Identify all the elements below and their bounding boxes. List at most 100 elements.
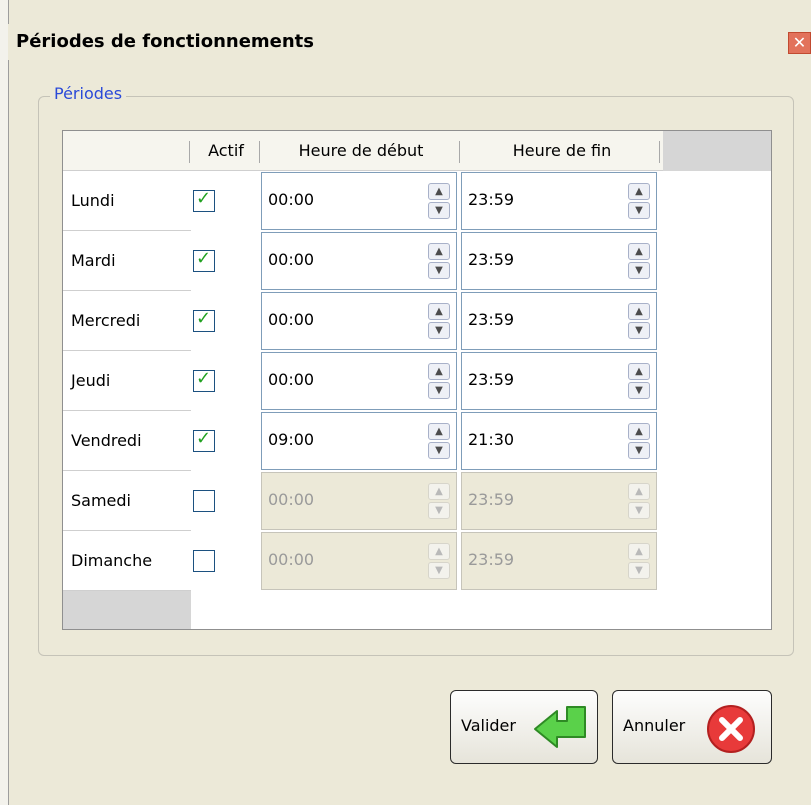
row-label-dimanche: Dimanche [63, 531, 191, 591]
checkbox-actif-jeudi[interactable]: ✓ [193, 368, 215, 392]
end-time-jeudi[interactable]: 23:59 ▲ ▼ [461, 352, 657, 410]
time-spinner[interactable]: ▲ ▼ [428, 423, 450, 459]
spin-up-icon: ▲ [428, 543, 450, 560]
end-time-lundi[interactable]: 23:59 ▲ ▼ [461, 172, 657, 230]
start-time-mardi[interactable]: 00:00 ▲ ▼ [261, 232, 457, 290]
spin-down-icon[interactable]: ▼ [628, 442, 650, 459]
periods-table: Actif Heure de début Heure de fin Lundi … [62, 130, 772, 630]
annuler-button[interactable]: Annuler [612, 690, 772, 764]
time-spinner[interactable]: ▲ ▼ [628, 423, 650, 459]
spin-up-icon[interactable]: ▲ [628, 243, 650, 260]
green-arrow-icon [534, 706, 586, 748]
checkmark-icon: ✓ [196, 368, 212, 389]
spin-down-icon[interactable]: ▼ [628, 202, 650, 219]
start-time-value: 00:00 [268, 490, 315, 509]
header-divider [189, 141, 190, 163]
group-label: Périodes [50, 84, 127, 103]
spin-down-icon: ▼ [628, 502, 650, 519]
time-spinner[interactable]: ▲ ▼ [628, 303, 650, 339]
start-time-value: 00:00 [268, 250, 315, 269]
start-time-samedi: 00:00 ▲ ▼ [261, 472, 457, 530]
checkbox-actif-dimanche[interactable] [193, 550, 215, 572]
spin-up-icon: ▲ [428, 483, 450, 500]
column-header-actif: Actif [191, 131, 261, 171]
checkmark-icon: ✓ [196, 308, 212, 329]
time-spinner[interactable]: ▲ ▼ [428, 243, 450, 279]
spin-down-icon[interactable]: ▼ [428, 382, 450, 399]
end-time-mardi[interactable]: 23:59 ▲ ▼ [461, 232, 657, 290]
spin-up-icon[interactable]: ▲ [428, 363, 450, 380]
end-time-value: 23:59 [468, 370, 515, 389]
spin-up-icon[interactable]: ▲ [428, 243, 450, 260]
end-time-value: 23:59 [468, 550, 515, 569]
time-spinner[interactable]: ▲ ▼ [628, 363, 650, 399]
spin-up-icon[interactable]: ▲ [428, 183, 450, 200]
window-border [0, 0, 9, 805]
start-time-lundi[interactable]: 00:00 ▲ ▼ [261, 172, 457, 230]
row-label-mardi: Mardi [63, 231, 191, 291]
grid-footer [63, 591, 191, 629]
red-x-icon [707, 705, 755, 753]
time-spinner[interactable]: ▲ ▼ [428, 303, 450, 339]
checkbox-actif-vendredi[interactable]: ✓ [193, 428, 215, 452]
header-corner [63, 131, 191, 171]
header-empty-area [663, 131, 771, 171]
start-time-dimanche: 00:00 ▲ ▼ [261, 532, 457, 590]
spin-down-icon[interactable]: ▼ [628, 382, 650, 399]
start-time-value: 00:00 [268, 550, 315, 569]
spin-up-icon[interactable]: ▲ [628, 303, 650, 320]
spin-up-icon[interactable]: ▲ [628, 183, 650, 200]
spin-down-icon[interactable]: ▼ [428, 202, 450, 219]
end-time-vendredi[interactable]: 21:30 ▲ ▼ [461, 412, 657, 470]
time-spinner: ▲ ▼ [428, 483, 450, 519]
start-time-mercredi[interactable]: 00:00 ▲ ▼ [261, 292, 457, 350]
time-spinner: ▲ ▼ [428, 543, 450, 579]
spin-down-icon[interactable]: ▼ [428, 262, 450, 279]
row-label-jeudi: Jeudi [63, 351, 191, 411]
header-divider [259, 141, 260, 163]
start-time-jeudi[interactable]: 00:00 ▲ ▼ [261, 352, 457, 410]
checkmark-icon: ✓ [196, 188, 212, 209]
start-time-value: 09:00 [268, 430, 315, 449]
time-spinner: ▲ ▼ [628, 483, 650, 519]
valider-button[interactable]: Valider [450, 690, 598, 764]
end-time-dimanche: 23:59 ▲ ▼ [461, 532, 657, 590]
spin-up-icon[interactable]: ▲ [628, 423, 650, 440]
spin-up-icon[interactable]: ▲ [428, 303, 450, 320]
checkbox-actif-mercredi[interactable]: ✓ [193, 308, 215, 332]
time-spinner[interactable]: ▲ ▼ [628, 183, 650, 219]
time-spinner[interactable]: ▲ ▼ [428, 183, 450, 219]
end-time-mercredi[interactable]: 23:59 ▲ ▼ [461, 292, 657, 350]
checkbox-actif-samedi[interactable] [193, 490, 215, 512]
row-label-vendredi: Vendredi [63, 411, 191, 471]
spin-down-icon[interactable]: ▼ [628, 262, 650, 279]
header-divider [459, 141, 460, 163]
end-time-value: 23:59 [468, 250, 515, 269]
window-title: Périodes de fonctionnements [16, 31, 315, 52]
spin-down-icon[interactable]: ▼ [428, 322, 450, 339]
row-label-lundi: Lundi [63, 171, 191, 231]
time-spinner[interactable]: ▲ ▼ [428, 363, 450, 399]
title-bar: Périodes de fonctionnements [8, 24, 811, 60]
spin-down-icon: ▼ [428, 562, 450, 579]
spin-down-icon[interactable]: ▼ [428, 442, 450, 459]
header-divider [659, 141, 660, 163]
checkbox-actif-mardi[interactable]: ✓ [193, 248, 215, 272]
time-spinner: ▲ ▼ [628, 543, 650, 579]
spin-down-icon: ▼ [628, 562, 650, 579]
spin-up-icon[interactable]: ▲ [428, 423, 450, 440]
checkbox-actif-lundi[interactable]: ✓ [193, 188, 215, 212]
row-label-samedi: Samedi [63, 471, 191, 531]
close-icon[interactable]: ✕ [788, 32, 811, 54]
time-spinner[interactable]: ▲ ▼ [628, 243, 650, 279]
dialog-window: Périodes de fonctionnements ✕ Périodes A… [0, 0, 811, 805]
row-label-mercredi: Mercredi [63, 291, 191, 351]
checkmark-icon: ✓ [196, 248, 212, 269]
end-time-value: 21:30 [468, 430, 515, 449]
valider-label: Valider [461, 716, 516, 735]
spin-down-icon[interactable]: ▼ [628, 322, 650, 339]
spin-up-icon[interactable]: ▲ [628, 363, 650, 380]
checkmark-icon: ✓ [196, 428, 212, 449]
start-time-vendredi[interactable]: 09:00 ▲ ▼ [261, 412, 457, 470]
column-header-end: Heure de fin [461, 131, 663, 171]
